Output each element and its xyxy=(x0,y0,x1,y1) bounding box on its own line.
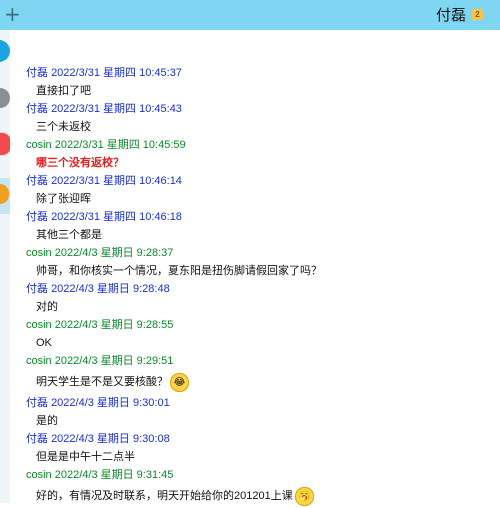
message-timestamp: 2022/3/31 星期四 10:46:18 xyxy=(51,211,182,223)
message-header: cosin 2022/3/31 星期四 10:45:59 xyxy=(26,136,496,154)
conversation-avatar[interactable] xyxy=(0,88,10,110)
message-timestamp: 2022/4/3 星期日 9:31:45 xyxy=(54,469,174,481)
message-text: 明天学生是不是又要核酸？ 😂 xyxy=(26,370,496,394)
message-sender[interactable]: 付磊 xyxy=(26,67,48,79)
message-body: 明天学生是不是又要核酸？ xyxy=(36,376,168,388)
message-header: cosin 2022/4/3 星期日 9:28:37 xyxy=(26,244,496,262)
contact-badge-icon[interactable]: 2 xyxy=(472,9,483,20)
message-text: 三个未返校 xyxy=(26,118,496,136)
chat-message: 付磊 2022/4/3 星期日 9:30:01 是的 xyxy=(26,394,496,430)
message-sender[interactable]: 付磊 xyxy=(26,433,48,445)
conversation-avatar[interactable] xyxy=(0,132,10,156)
message-timestamp: 2022/4/3 星期日 9:28:37 xyxy=(54,247,174,259)
chat-message: 付磊 2022/3/31 星期四 10:45:43 三个未返校 xyxy=(26,100,496,136)
plus-icon[interactable]: + xyxy=(4,1,21,27)
message-timestamp: 2022/4/3 星期日 9:29:51 xyxy=(54,355,174,367)
message-text: 但是是中午十二点半 xyxy=(26,448,496,466)
message-text: 其他三个都是 xyxy=(26,226,496,244)
message-body: 是的 xyxy=(36,415,58,427)
chat-message: 付磊 2022/3/31 星期四 10:45:37 直接扣了吧 xyxy=(26,64,496,100)
message-text: 帅哥，和你核实一个情况，夏东阳是扭伤脚请假回家了吗？ xyxy=(26,262,496,280)
message-text: 对的 xyxy=(26,298,496,316)
message-sender[interactable]: 付磊 xyxy=(26,397,48,409)
message-header: cosin 2022/4/3 星期日 9:29:51 xyxy=(26,352,496,370)
chat-message: 付磊 2022/4/3 星期日 9:30:08 但是是中午十二点半 xyxy=(26,430,496,466)
message-body: 除了张迎晖 xyxy=(36,193,91,205)
message-body: 但是是中午十二点半 xyxy=(36,451,135,463)
message-body: 直接扣了吧 xyxy=(36,85,91,97)
chat-message: 付磊 2022/3/31 星期四 10:46:18 其他三个都是 xyxy=(26,208,496,244)
message-body: 其他三个都是 xyxy=(36,229,102,241)
message-text: 好的，有情况及时联系，明天开始给你的201201上课 🥱 xyxy=(26,484,496,508)
message-body: 好的，有情况及时联系，明天开始给你的201201上课 xyxy=(36,490,293,502)
message-text: 除了张迎晖 xyxy=(26,190,496,208)
message-text: 是的 xyxy=(26,412,496,430)
message-header: cosin 2022/4/3 星期日 9:31:45 xyxy=(26,466,496,484)
message-text: 直接扣了吧 xyxy=(26,82,496,100)
conversation-avatar-selected[interactable] xyxy=(0,178,10,214)
message-sender[interactable]: 付磊 xyxy=(26,103,48,115)
contact-name: 付磊 xyxy=(435,6,466,24)
message-sender[interactable]: cosin xyxy=(26,139,52,151)
conversation-avatar[interactable] xyxy=(0,40,10,64)
message-timestamp: 2022/3/31 星期四 10:45:43 xyxy=(51,103,182,115)
message-timestamp: 2022/3/31 星期四 10:45:37 xyxy=(51,67,182,79)
chat-message: 付磊 2022/4/3 星期日 9:28:48 对的 xyxy=(26,280,496,316)
message-history: 付磊 2022/3/31 星期四 10:45:37 直接扣了吧 付磊 2022/3/… xyxy=(26,64,496,508)
chat-message: cosin 2022/3/31 星期四 10:45:59 哪三个没有返校？ xyxy=(26,136,496,172)
message-header: cosin 2022/4/3 星期日 9:28:55 xyxy=(26,316,496,334)
message-body: 三个未返校 xyxy=(36,121,91,133)
message-text: OK xyxy=(26,334,496,352)
chat-message: cosin 2022/4/3 星期日 9:29:51 明天学生是不是又要核酸？ 😂 xyxy=(26,352,496,394)
chat-message: cosin 2022/4/3 星期日 9:28:55 OK xyxy=(26,316,496,352)
message-sender[interactable]: cosin xyxy=(26,247,52,259)
message-header: 付磊 2022/3/31 星期四 10:45:37 xyxy=(26,64,496,82)
message-header: 付磊 2022/4/3 星期日 9:30:01 xyxy=(26,394,496,412)
emoji-icon: 😂 xyxy=(170,372,189,392)
message-sender[interactable]: cosin xyxy=(26,319,52,331)
chat-message: cosin 2022/4/3 星期日 9:28:37 帅哥，和你核实一个情况，夏东… xyxy=(26,244,496,280)
message-body: OK xyxy=(36,337,52,349)
message-sender[interactable]: cosin xyxy=(26,469,52,481)
message-header: 付磊 2022/4/3 星期日 9:30:08 xyxy=(26,430,496,448)
message-timestamp: 2022/4/3 星期日 9:30:08 xyxy=(51,433,170,445)
message-timestamp: 2022/3/31 星期四 10:45:59 xyxy=(54,139,186,151)
message-body: 哪三个没有返校？ xyxy=(36,157,124,169)
message-header: 付磊 2022/3/31 星期四 10:46:18 xyxy=(26,208,496,226)
message-timestamp: 2022/4/3 星期日 9:28:55 xyxy=(54,319,174,331)
message-timestamp: 2022/3/31 星期四 10:46:14 xyxy=(51,175,182,187)
chat-title-bar: + 付磊 2 xyxy=(0,0,500,30)
message-timestamp: 2022/4/3 星期日 9:28:48 xyxy=(51,283,170,295)
message-sender[interactable]: 付磊 xyxy=(26,283,48,295)
message-header: 付磊 2022/3/31 星期四 10:45:43 xyxy=(26,100,496,118)
message-sender[interactable]: 付磊 xyxy=(26,175,48,187)
chat-message: cosin 2022/4/3 星期日 9:31:45 好的，有情况及时联系，明天开… xyxy=(26,466,496,508)
message-sender[interactable]: cosin xyxy=(26,355,52,367)
message-text: 哪三个没有返校？ xyxy=(26,154,496,172)
chat-message: 付磊 2022/3/31 星期四 10:46:14 除了张迎晖 xyxy=(26,172,496,208)
message-sender[interactable]: 付磊 xyxy=(26,211,48,223)
message-body: 帅哥，和你核实一个情况，夏东阳是扭伤脚请假回家了吗？ xyxy=(36,265,322,277)
message-header: 付磊 2022/3/31 星期四 10:46:14 xyxy=(26,172,496,190)
message-timestamp: 2022/4/3 星期日 9:30:01 xyxy=(51,397,170,409)
message-header: 付磊 2022/4/3 星期日 9:28:48 xyxy=(26,280,496,298)
message-body: 对的 xyxy=(36,301,58,313)
